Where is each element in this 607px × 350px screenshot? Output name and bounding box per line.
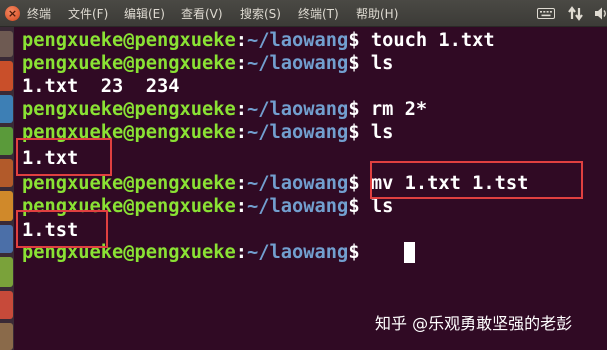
terminal-line: pengxueke@pengxueke:~/laowang$ rm 2* — [22, 99, 427, 121]
prompt-colon: : — [235, 196, 248, 217]
highlight-box-tst — [16, 210, 108, 248]
command-text: ls — [359, 53, 394, 74]
prompt-path: ~/laowang — [247, 99, 349, 120]
prompt-path: ~/laowang — [247, 173, 349, 194]
command-text: touch 1.txt — [359, 30, 495, 51]
launcher-item-calc[interactable] — [0, 127, 13, 155]
menu-app-title: 终端 — [27, 7, 52, 21]
prompt-user-host: pengxueke@pengxueke — [22, 30, 236, 51]
launcher-item-writer[interactable] — [0, 95, 13, 123]
watermark-text: 知乎 @乐观勇敢坚强的老彭 — [375, 314, 573, 333]
prompt-colon: : — [235, 30, 248, 51]
keyboard-icon[interactable] — [537, 8, 555, 19]
command-text: rm 2* — [359, 99, 428, 120]
highlight-box-mv-command — [370, 161, 583, 199]
command-text — [360, 242, 371, 263]
prompt-colon: : — [235, 99, 248, 120]
prompt-dollar: $ — [348, 30, 360, 51]
terminal-output: 1.txt 23 234 — [22, 76, 180, 98]
prompt-path: ~/laowang — [247, 196, 349, 217]
launcher-item-software[interactable] — [0, 191, 13, 221]
menu-terminal[interactable]: 终端(T) — [298, 6, 339, 22]
network-icon[interactable] — [567, 6, 585, 21]
launcher-bar — [0, 27, 14, 350]
prompt-dollar: $ — [348, 99, 360, 120]
terminal-window: × 终端 文件(F) 编辑(E) 查看(V) 搜索(S) 终端(T) 帮助(H) — [0, 0, 607, 350]
launcher-item-help[interactable] — [0, 225, 13, 253]
prompt-dollar: $ — [348, 242, 360, 263]
menu-view[interactable]: 查看(V) — [181, 6, 223, 22]
prompt-dollar: $ — [348, 173, 360, 194]
menu-search[interactable]: 搜索(S) — [240, 6, 281, 22]
prompt-path: ~/laowang — [247, 122, 349, 143]
prompt-user-host: pengxueke@pengxueke — [22, 99, 236, 120]
launcher-item-settings[interactable] — [0, 257, 13, 287]
launcher-item-terminal[interactable] — [0, 323, 13, 350]
prompt-colon: : — [235, 53, 248, 74]
prompt-dollar: $ — [348, 53, 360, 74]
prompt-path: ~/laowang — [247, 242, 349, 263]
volume-icon[interactable] — [594, 6, 607, 21]
launcher-item-files[interactable] — [0, 31, 13, 57]
command-text: ls — [359, 122, 394, 143]
launcher-item-browser[interactable] — [0, 61, 13, 91]
menu-help[interactable]: 帮助(H) — [356, 6, 398, 22]
menu-bar: × 终端 文件(F) 编辑(E) 查看(V) 搜索(S) 终端(T) 帮助(H) — [0, 0, 607, 27]
prompt-dollar: $ — [348, 196, 360, 217]
prompt-dollar: $ — [348, 122, 360, 143]
prompt-user-host: pengxueke@pengxueke — [22, 173, 236, 194]
launcher-item-app[interactable] — [0, 291, 13, 319]
prompt-path: ~/laowang — [247, 53, 349, 74]
launcher-item-impress[interactable] — [0, 159, 13, 187]
menu-file[interactable]: 文件(F) — [68, 6, 108, 22]
prompt-colon: : — [235, 122, 248, 143]
highlight-box-txt — [16, 138, 112, 176]
prompt-user-host: pengxueke@pengxueke — [22, 53, 236, 74]
command-text: ls — [359, 196, 394, 217]
prompt-path: ~/laowang — [247, 30, 349, 51]
text-cursor[interactable] — [404, 242, 415, 263]
prompt-colon: : — [235, 173, 248, 194]
prompt-colon: : — [235, 242, 248, 263]
close-button[interactable]: × — [5, 6, 20, 21]
terminal-line: pengxueke@pengxueke:~/laowang$ ls — [22, 53, 393, 75]
output-text: 1.txt 23 234 — [22, 76, 180, 97]
terminal-line: pengxueke@pengxueke:~/laowang$ touch 1.t… — [22, 30, 495, 52]
menu-edit[interactable]: 编辑(E) — [124, 6, 165, 22]
